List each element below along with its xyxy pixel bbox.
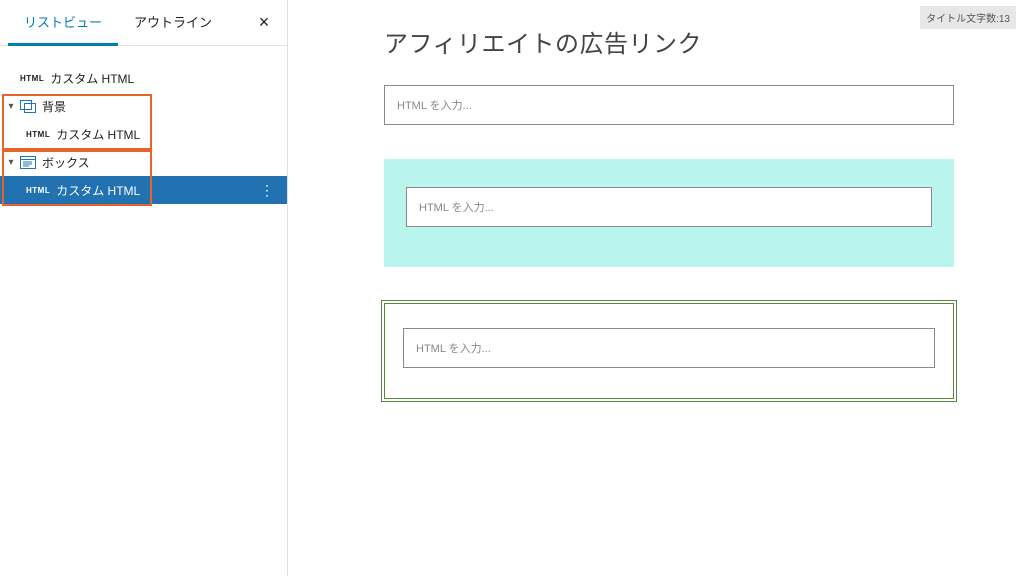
title-char-count-badge: タイトル文字数:13 xyxy=(920,6,1016,29)
block-list-sidebar: リストビュー アウトライン × ▾ HTML カスタム HTML ▾ 背景 HT… xyxy=(0,0,288,576)
tree-item-label: ボックス xyxy=(42,154,90,171)
tree-item-box[interactable]: ▾ ボックス xyxy=(0,148,287,176)
custom-html-input[interactable]: HTML を入力... xyxy=(384,85,954,125)
box-block[interactable]: HTML を入力... xyxy=(384,303,954,399)
custom-html-input[interactable]: HTML を入力... xyxy=(406,187,932,227)
page-title[interactable]: アフィリエイトの広告リンク xyxy=(384,24,954,59)
background-icon xyxy=(20,100,36,113)
tree-item-label: カスタム HTML xyxy=(56,126,140,143)
html-icon: HTML xyxy=(20,74,44,83)
editor-canvas: タイトル文字数:13 アフィリエイトの広告リンク HTML を入力... HTM… xyxy=(288,0,1024,576)
tab-list-view[interactable]: リストビュー xyxy=(8,0,118,46)
tree-item-box-child-html-selected[interactable]: HTML カスタム HTML ⋮ xyxy=(0,176,287,204)
html-icon: HTML xyxy=(26,186,50,195)
chevron-down-icon[interactable]: ▾ xyxy=(2,101,20,112)
sidebar-tabs: リストビュー アウトライン × xyxy=(0,0,287,46)
box-icon xyxy=(20,156,36,169)
tree-item-custom-html[interactable]: ▾ HTML カスタム HTML xyxy=(0,64,287,92)
tree-item-label: カスタム HTML xyxy=(56,182,140,199)
tree-item-label: 背景 xyxy=(42,98,66,115)
block-tree: ▾ HTML カスタム HTML ▾ 背景 HTML カスタム HTML ▾ xyxy=(0,46,287,204)
html-icon: HTML xyxy=(26,130,50,139)
tree-item-background-child-html[interactable]: HTML カスタム HTML xyxy=(0,120,287,148)
placeholder-text: HTML を入力... xyxy=(416,340,491,356)
tree-item-background[interactable]: ▾ 背景 xyxy=(0,92,287,120)
chevron-down-icon[interactable]: ▾ xyxy=(2,157,20,168)
placeholder-text: HTML を入力... xyxy=(397,97,472,113)
background-block[interactable]: HTML を入力... xyxy=(384,159,954,267)
more-options-icon[interactable]: ⋮ xyxy=(255,182,279,199)
close-icon[interactable]: × xyxy=(249,8,279,38)
tree-item-label: カスタム HTML xyxy=(50,70,134,87)
placeholder-text: HTML を入力... xyxy=(419,199,494,215)
tab-outline[interactable]: アウトライン xyxy=(118,0,228,46)
editor-content: アフィリエイトの広告リンク HTML を入力... HTML を入力... HT… xyxy=(384,24,954,399)
custom-html-input[interactable]: HTML を入力... xyxy=(403,328,935,368)
